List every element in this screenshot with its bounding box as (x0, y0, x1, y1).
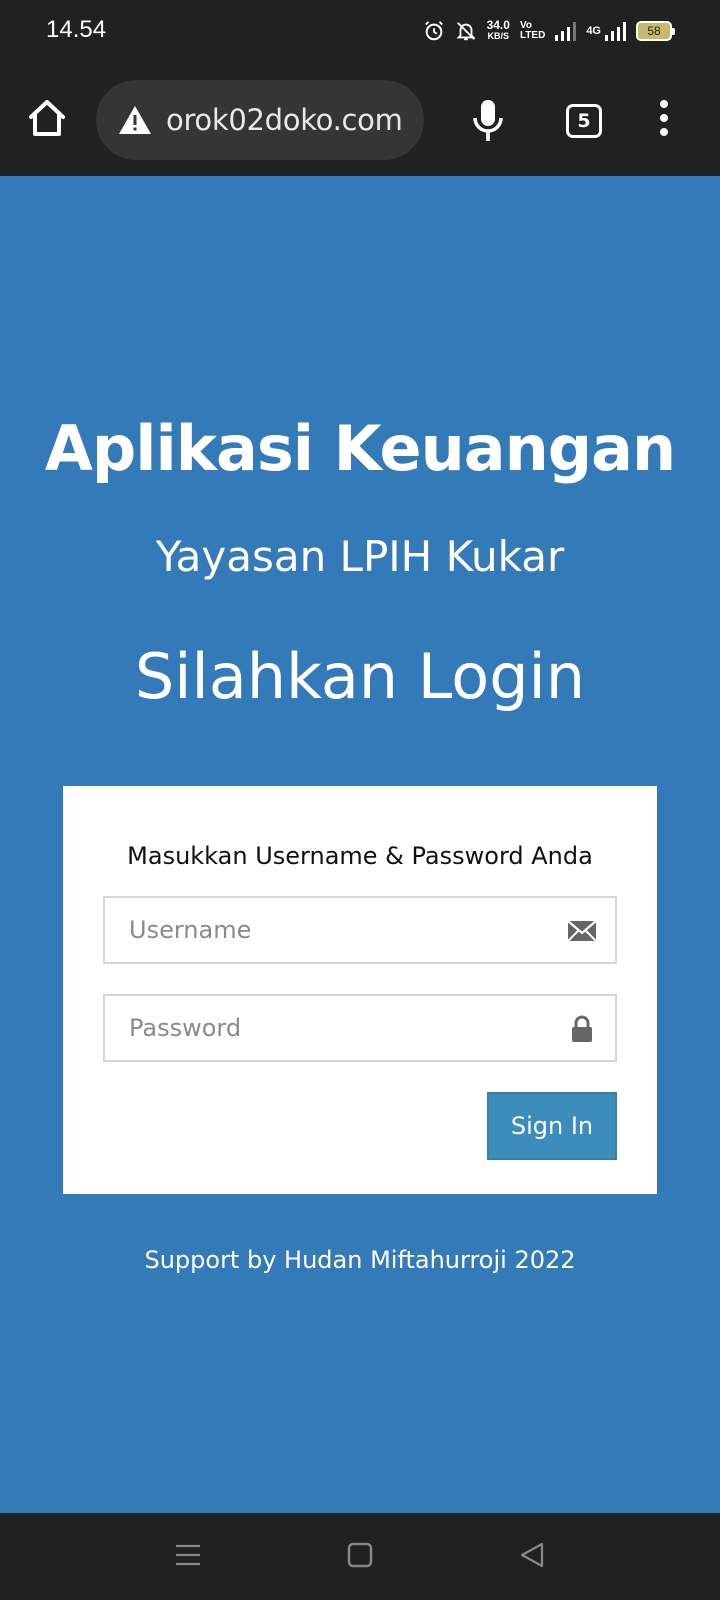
system-nav-bar (0, 1513, 720, 1600)
app-title: Aplikasi Keuangan (44, 412, 676, 485)
back-icon[interactable] (518, 1541, 546, 1569)
mic-icon[interactable] (470, 98, 506, 144)
net-speed-unit: KB/S (487, 31, 510, 41)
status-icons: 34.0 KB/S Vo LTED 4G 58 (423, 16, 675, 46)
status-time: 14.54 (46, 16, 107, 43)
signal-sim2-icon (605, 21, 626, 41)
net-speed-value: 34.0 (486, 18, 510, 32)
volte-bottom: LTED (519, 30, 546, 41)
more-vert-icon[interactable] (654, 100, 674, 144)
volte-indicator: Vo LTED (520, 21, 545, 41)
username-input[interactable] (129, 916, 549, 944)
url-text[interactable]: orok02doko.com (166, 103, 403, 137)
sign-in-button[interactable]: Sign In (487, 1092, 617, 1160)
tabs-icon[interactable]: 5 (566, 104, 602, 138)
network-type: 4G (586, 25, 601, 37)
browser-toolbar: orok02doko.com 5 (0, 64, 720, 176)
home-icon[interactable] (26, 97, 68, 139)
alarm-icon (424, 21, 443, 41)
battery-icon: 58 (636, 21, 675, 41)
address-bar[interactable]: orok02doko.com (96, 80, 424, 160)
bell-off-icon (456, 22, 476, 41)
login-card: Masukkan Username & Password Anda Sign I… (63, 786, 657, 1194)
tab-count: 5 (577, 110, 591, 132)
password-input[interactable] (129, 1014, 549, 1042)
password-field[interactable] (103, 994, 617, 1062)
username-field[interactable] (103, 896, 617, 964)
status-bar: 14.54 34.0 KB/S Vo LTED 4G 58 (0, 0, 720, 64)
lock-icon (572, 1015, 592, 1042)
recents-icon[interactable] (174, 1541, 202, 1569)
net-speed: 34.0 KB/S (486, 18, 510, 42)
login-instruction: Masukkan Username & Password Anda (127, 842, 593, 870)
home-square-icon[interactable] (346, 1541, 374, 1569)
org-name: Yayasan LPIH Kukar (155, 532, 565, 581)
footer-credit: Support by Hudan Miftahurroji 2022 (144, 1246, 576, 1274)
login-heading: Silahkan Login (134, 640, 586, 713)
warning-icon[interactable] (118, 105, 152, 135)
signal-sim1-icon (555, 21, 577, 41)
login-page: Aplikasi Keuangan Yayasan LPIH Kukar Sil… (0, 176, 720, 1513)
envelope-icon (567, 920, 597, 942)
battery-level: 58 (647, 24, 661, 38)
